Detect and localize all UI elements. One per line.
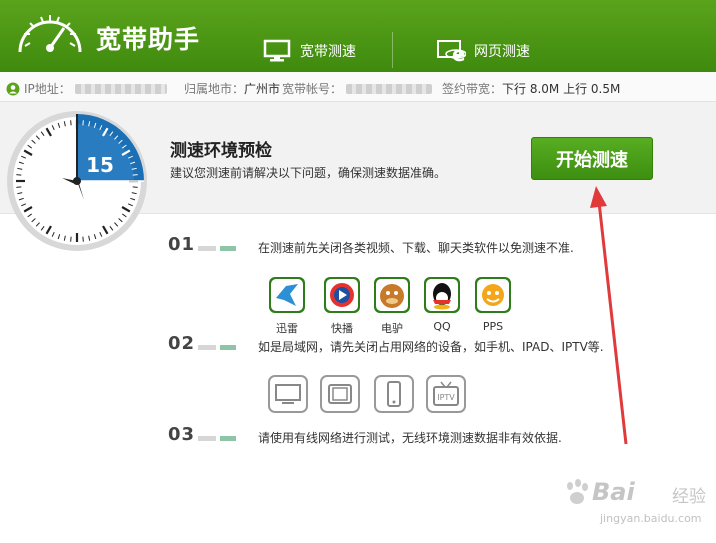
app-label: 迅雷 (276, 322, 298, 335)
app-label: 电驴 (381, 322, 403, 335)
watermark-brand: Bai (592, 478, 635, 506)
bandwidth-info: 签约带宽： 下行 8.0M 上行 0.5M (442, 80, 620, 97)
start-speed-test-button[interactable]: 开始测速 (531, 137, 653, 180)
app-title: 宽带助手 (96, 25, 201, 54)
tablet-icon (320, 375, 360, 413)
stopwatch-tick (132, 186, 138, 188)
tab-label: 宽带测速 (300, 44, 356, 60)
step-text-1: 在测速前先关闭各类视频、下载、聊天类软件以免测速不准. (258, 241, 574, 255)
step-divider (198, 246, 216, 251)
step-number-3: 03 (168, 424, 196, 445)
ip-info: IP地址： (6, 80, 167, 97)
speedometer-logo-icon (18, 15, 82, 53)
step-text-3: 请使用有线网络进行测试，无线环境测速数据非有效依据. (258, 431, 562, 445)
iptv-icon: IPTV (426, 375, 466, 413)
kuaibo-icon (324, 277, 360, 313)
step-divider (220, 345, 236, 350)
svg-text:e: e (452, 42, 466, 63)
stopwatch-tick (16, 186, 22, 188)
ip-label: IP地址： (24, 82, 71, 96)
watermark-url: jingyan.baidu.com (600, 512, 702, 525)
qq-icon (424, 277, 460, 313)
tab-label: 网页测速 (474, 44, 530, 60)
stopwatch-tick (16, 174, 22, 176)
phone-icon (374, 375, 414, 413)
timer-value: 15 (86, 153, 114, 177)
account-value-redacted (346, 83, 433, 94)
tab-broadband-speed[interactable]: 宽带测速 (262, 36, 356, 66)
step-divider (220, 436, 236, 441)
stopwatch-tick (82, 236, 84, 242)
watermark-suffix: 经验 (672, 487, 706, 507)
account-info-bar: IP地址： 归属地市： 广州市 宽带帐号： 签约带宽： 下行 8.0M 上行 0… (0, 72, 716, 102)
stopwatch-tick (132, 174, 138, 176)
xunlei-icon (269, 277, 305, 313)
tab-web-speed[interactable]: e 网页测速 (436, 36, 530, 66)
paw-logo-icon (567, 479, 588, 504)
user-icon (6, 82, 20, 95)
emule-icon (374, 277, 410, 313)
ie-browser-icon: e (437, 40, 466, 63)
step-text-2: 如是局域网，请先关闭占用网络的设备，如手机、IPAD、IPTV等. (258, 340, 604, 354)
stopwatch-timer-icon: 15 (7, 111, 147, 251)
baidu-jingyan-watermark: Bai 经验 jingyan.baidu.com (560, 476, 710, 536)
step-number-1: 01 (168, 234, 196, 255)
precheck-description: 建议您测速前请解决以下问题，确保测速数据准确。 (170, 166, 447, 180)
account-label: 宽带帐号： (282, 82, 343, 96)
tab-divider (392, 32, 393, 68)
pps-icon (475, 277, 511, 313)
bandwidth-value: 下行 8.0M 上行 0.5M (502, 82, 621, 96)
precheck-title: 测速环境预检 (170, 141, 272, 161)
monitor-icon (263, 39, 291, 62)
tv-icon (268, 375, 308, 413)
app-label: QQ (433, 320, 451, 333)
location-info: 归属地市： 广州市 宽带帐号： (184, 80, 433, 97)
step-divider (198, 345, 216, 350)
step-number-2: 02 (168, 333, 196, 354)
iptv-label: IPTV (437, 393, 455, 402)
ip-value-redacted (74, 83, 167, 94)
stopwatch-tick (70, 120, 72, 126)
app-label: PPS (482, 320, 504, 333)
step-divider (198, 436, 216, 441)
location-value: 广州市 (244, 82, 281, 96)
app-label: 快播 (331, 322, 353, 335)
location-label: 归属地市： (184, 82, 245, 96)
step-divider (220, 246, 236, 251)
stopwatch-tick (82, 120, 84, 126)
bandwidth-label: 签约带宽： (442, 82, 503, 96)
app-header: 宽带助手 宽带测速 e 网页测速 (0, 0, 716, 72)
stopwatch-tick (70, 236, 72, 242)
